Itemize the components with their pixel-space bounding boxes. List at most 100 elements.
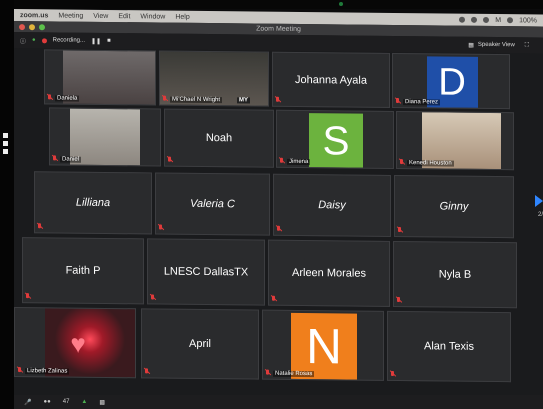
muted-mic-icon (396, 297, 401, 303)
participant-name: Johanna Ayala (295, 73, 367, 87)
participant-tile-mchael[interactable]: Mi'Chael N Wright MY (159, 50, 269, 107)
status-icon[interactable] (459, 16, 466, 23)
participant-name: Valeria C (190, 197, 235, 211)
participant-name: Nyla B (438, 268, 472, 281)
participant-label: Diana Perez (403, 99, 441, 106)
muted-mic-icon (52, 155, 57, 161)
share-screen-icon[interactable]: ▲ (81, 399, 87, 405)
participant-name: April (188, 337, 211, 351)
participant-label: Mi'Chael N Wright (170, 96, 223, 104)
security-shield-icon[interactable]: ● (32, 37, 36, 43)
wifi-icon[interactable] (507, 17, 514, 24)
participant-tile-alan[interactable]: Alan Texis (387, 310, 511, 383)
participant-name: Arleen Morales (292, 266, 366, 280)
stop-recording-icon[interactable]: ■ (107, 38, 111, 44)
participant-label: Natalie Rosas (273, 370, 315, 378)
monitor-bezel-left (0, 0, 14, 409)
participant-tile-lilliana[interactable]: Lilliana (34, 171, 152, 235)
muted-mic-icon (167, 157, 172, 163)
participant-tile-noah[interactable]: Noah (164, 108, 274, 168)
participant-tile-lizbeth[interactable]: ♥ Lizbeth Zalinas (14, 307, 136, 379)
participant-video (45, 308, 135, 378)
status-icon[interactable] (471, 16, 478, 23)
muted-mic-icon (25, 293, 30, 299)
recording-status: Recording... (52, 37, 85, 44)
participant-label: Lizbeth Zalinas (25, 368, 70, 375)
participant-name: Noah (205, 132, 233, 145)
participant-name: Alan Texis (424, 340, 474, 353)
next-page-arrow-icon[interactable] (535, 195, 543, 207)
menu-edit[interactable]: Edit (118, 13, 130, 20)
webcam-light-icon (339, 2, 343, 6)
fullscreen-icon[interactable]: ⛶ (525, 42, 529, 49)
muted-mic-icon (399, 159, 404, 165)
avatar: S (309, 113, 363, 168)
participant-tile-daniel[interactable]: Daniel (49, 107, 161, 167)
participant-tile-april[interactable]: April (141, 308, 259, 380)
muted-mic-icon (144, 368, 149, 374)
participant-name: Daisy (318, 199, 346, 212)
participants-icon[interactable]: ●● (43, 399, 50, 405)
participant-label: Daniela (55, 95, 80, 102)
participants-count[interactable]: 47 (63, 399, 70, 405)
participant-tile-jimena[interactable]: S Jimena (276, 109, 394, 169)
participant-tile-nyla[interactable]: Nyla B (393, 240, 517, 309)
muted-mic-icon (265, 370, 270, 376)
recording-icon (41, 37, 47, 43)
laptop-screen: zoom.us Meeting View Edit Window Help M … (14, 9, 543, 405)
muted-mic-icon (397, 227, 402, 233)
muted-mic-icon (47, 94, 52, 100)
participant-name: Lilliana (75, 196, 111, 210)
participant-tile-kenedi[interactable]: Kenedi Houston (396, 111, 514, 171)
participant-label: Jimena (287, 158, 311, 166)
gmail-icon[interactable]: M (495, 17, 501, 24)
neon-heart-icon: ♥ (70, 328, 86, 359)
participant-label: Daniel (60, 156, 82, 163)
meeting-controls-bar: 🎤 ●● 47 ▲ ▩ (14, 395, 543, 409)
participant-name: Faith P (65, 264, 101, 277)
speaker-view-button[interactable]: Speaker View (478, 42, 515, 48)
chat-icon[interactable]: ▩ (99, 399, 105, 406)
muted-mic-icon (150, 294, 155, 300)
muted-mic-icon (395, 98, 400, 104)
avatar: N (291, 312, 357, 380)
participant-tile-natalie[interactable]: N Natalie Rosas (262, 309, 384, 381)
participant-tile-lnesc[interactable]: LNESC DallasTX (147, 238, 265, 306)
monitor-bezel-top (0, 0, 543, 9)
participant-tile-daniela[interactable]: Daniela (44, 49, 156, 106)
participant-tile-arleen[interactable]: Arleen Morales (268, 239, 390, 307)
menu-help[interactable]: Help (175, 13, 189, 20)
participant-tile-daisy[interactable]: Daisy (273, 173, 391, 237)
pause-recording-icon[interactable]: ❚❚ (91, 37, 101, 44)
name-badge: MY (237, 97, 250, 104)
participant-tile-faith[interactable]: Faith P (22, 237, 144, 305)
menu-zoom[interactable]: zoom.us (20, 12, 48, 19)
participant-tile-johanna[interactable]: Johanna Ayala (272, 51, 390, 108)
participant-label: Kenedi Houston (407, 160, 454, 167)
participant-tile-valeria[interactable]: Valeria C (155, 172, 270, 236)
mute-icon[interactable]: 🎤 (24, 399, 31, 406)
muted-mic-icon (37, 223, 42, 229)
muted-mic-icon (271, 296, 276, 302)
gallery-grid: Daniela Mi'Chael N Wright MY Johanna Ayala D… (14, 49, 543, 385)
muted-mic-icon (390, 371, 395, 377)
participant-tile-ginny[interactable]: Ginny (394, 174, 514, 239)
muted-mic-icon (158, 225, 163, 231)
muted-mic-icon (162, 96, 167, 102)
page-indicator: 2/ (537, 212, 543, 218)
battery-percent: 100% (519, 16, 537, 24)
menu-window[interactable]: Window (140, 13, 165, 20)
muted-mic-icon (276, 226, 281, 232)
info-icon[interactable]: ⓘ (20, 36, 26, 45)
status-icon[interactable] (483, 16, 490, 23)
menu-meeting[interactable]: Meeting (58, 12, 83, 19)
muted-mic-icon (279, 158, 284, 164)
muted-mic-icon (275, 97, 280, 103)
participant-tile-diana[interactable]: D Diana Perez (392, 52, 510, 110)
left-edge-marks (0, 130, 8, 157)
menu-view[interactable]: View (93, 12, 108, 19)
muted-mic-icon (17, 367, 22, 373)
participant-name: Ginny (439, 200, 469, 213)
speaker-view-icon[interactable]: ▦ (468, 41, 474, 48)
participant-name: LNESC DallasTX (163, 265, 249, 279)
